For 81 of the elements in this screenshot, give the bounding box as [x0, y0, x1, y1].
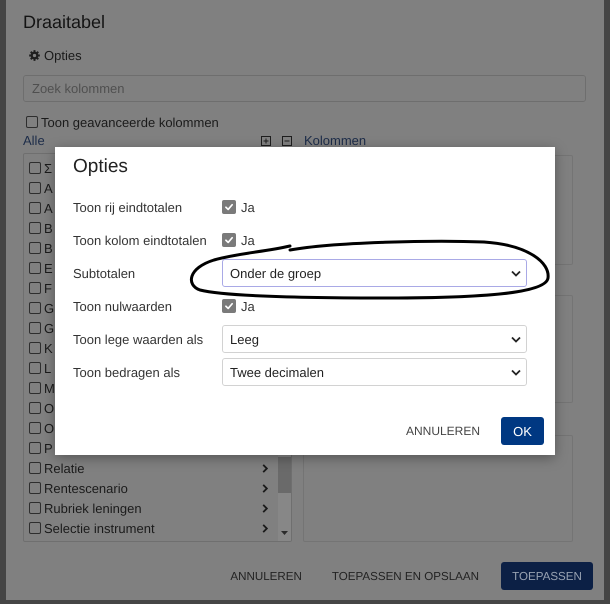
column-label[interactable]: B — [44, 220, 53, 236]
chevron-right-icon[interactable] — [262, 484, 268, 492]
column-label[interactable]: B — [44, 240, 53, 256]
checkbox[interactable] — [222, 299, 236, 313]
checkbox[interactable] — [29, 342, 41, 354]
column-label[interactable]: K — [44, 340, 53, 356]
field-label: Toon lege waarden als — [73, 332, 204, 346]
plus-square-icon[interactable] — [261, 136, 271, 146]
chevron-down-icon — [511, 336, 521, 342]
field-label: Subtotalen — [73, 266, 136, 280]
dropdown-select[interactable]: Leeg — [222, 325, 527, 353]
checkbox[interactable] — [29, 422, 41, 434]
scroll-down-arrow-icon[interactable] — [281, 531, 288, 535]
column-label[interactable]: E — [44, 260, 53, 276]
chevron-right-icon[interactable] — [262, 524, 268, 532]
column-label[interactable]: G — [44, 320, 54, 336]
column-label[interactable]: L — [44, 360, 52, 376]
column-label[interactable]: M — [44, 380, 55, 396]
checkbox[interactable] — [29, 502, 41, 514]
list-heading: Alle — [23, 135, 45, 147]
ok-button[interactable]: OK — [501, 417, 544, 445]
dialog-title: Opties — [73, 155, 128, 179]
checkbox[interactable] — [29, 202, 41, 214]
checkbox[interactable] — [26, 116, 38, 128]
column-label[interactable]: Selectie instrument — [44, 520, 155, 536]
checkbox[interactable] — [222, 233, 236, 247]
panel-heading: Kolommen — [304, 135, 366, 147]
minus-square-icon[interactable] — [282, 136, 292, 146]
dropdown-select[interactable]: Onder de groep — [222, 259, 527, 287]
chevron-down-icon — [511, 270, 521, 276]
checkbox[interactable] — [29, 522, 41, 534]
dropdown-select[interactable]: Twee decimalen — [222, 358, 527, 386]
checkbox-label: Toon geavanceerde kolommen — [41, 114, 219, 130]
column-label[interactable]: O — [44, 420, 54, 436]
checkbox[interactable] — [222, 200, 236, 214]
checkbox[interactable] — [29, 362, 41, 374]
column-label[interactable]: A — [44, 200, 53, 216]
column-label[interactable]: P — [44, 440, 53, 456]
checkbox[interactable] — [29, 222, 41, 234]
column-label[interactable]: Σ — [44, 160, 52, 176]
checkbox-label: Ja — [241, 200, 255, 214]
column-label[interactable]: A — [44, 180, 53, 196]
text-button[interactable]: TOEPASSEN EN OPSLAAN — [324, 562, 487, 590]
checkbox[interactable] — [29, 442, 41, 454]
chevron-down-icon — [511, 368, 521, 376]
checkbox-label: Ja — [241, 232, 255, 248]
checkbox[interactable] — [29, 382, 41, 394]
gear-icon — [29, 50, 40, 60]
checkbox[interactable] — [29, 482, 41, 494]
checkbox[interactable] — [29, 282, 41, 294]
field-label: Toon kolom eindtotalen — [73, 232, 208, 248]
dialog-title: Draaitabel — [23, 11, 106, 34]
chevron-right-icon[interactable] — [262, 504, 268, 512]
checkmark-icon — [224, 301, 234, 311]
scrollbar-track[interactable] — [278, 455, 291, 541]
field-label: Toon bedragen als — [73, 364, 181, 380]
checkbox[interactable] — [29, 162, 41, 174]
field-label: Toon rij eindtotalen — [73, 200, 184, 214]
checkbox[interactable] — [29, 462, 41, 474]
column-label[interactable]: O — [44, 400, 54, 416]
chevron-right-icon[interactable] — [262, 464, 268, 472]
cancel-button[interactable]: ANNULEREN — [396, 417, 490, 445]
column-label[interactable]: Rubriek leningen — [44, 500, 142, 516]
text-button[interactable]: ANNULEREN — [222, 562, 310, 590]
checkmark-icon — [224, 235, 234, 245]
checkmark-icon — [224, 202, 234, 212]
field-label: Toon nulwaarden — [73, 298, 174, 314]
column-label[interactable]: Rentescenario — [44, 480, 128, 496]
column-label[interactable]: G — [44, 300, 54, 316]
options-button[interactable]: Opties — [23, 45, 84, 65]
checkbox[interactable] — [29, 322, 41, 334]
checkbox[interactable] — [29, 182, 41, 194]
checkbox[interactable] — [29, 242, 41, 254]
checkbox-label: Ja — [241, 298, 255, 314]
checkbox[interactable] — [29, 402, 41, 414]
column-label[interactable]: F — [44, 280, 52, 296]
checkbox[interactable] — [29, 262, 41, 274]
apply-button[interactable]: TOEPASSEN — [501, 562, 593, 590]
checkbox[interactable] — [29, 302, 41, 314]
column-label[interactable]: Relatie — [44, 460, 84, 476]
scrollbar-thumb[interactable] — [278, 457, 291, 493]
